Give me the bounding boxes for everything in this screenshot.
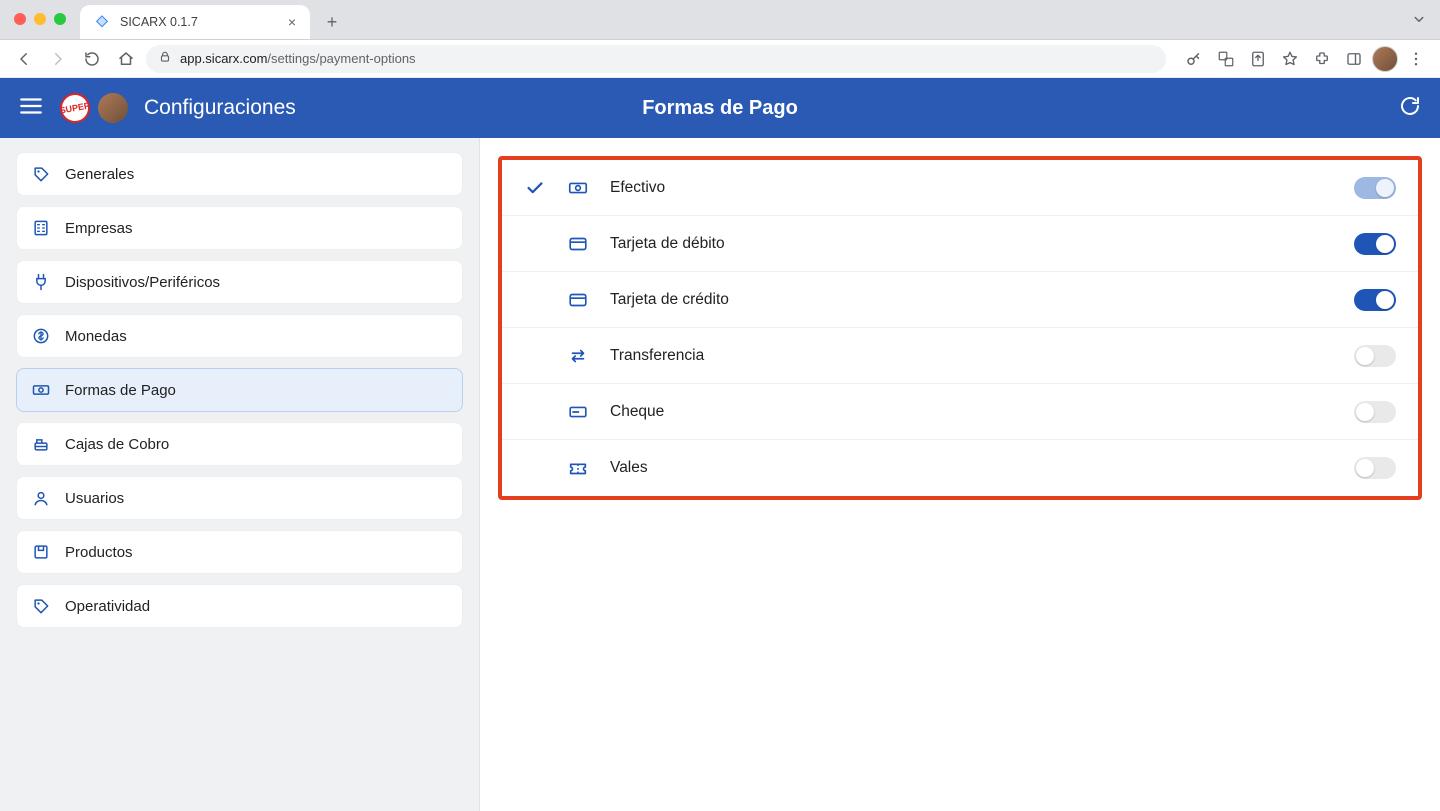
payment-label: Transferencia (610, 347, 704, 365)
content-area: Efectivo Tarjeta de débito Tarjeta de créd… (480, 138, 1440, 811)
payment-row-cheque: Cheque (502, 384, 1418, 440)
lock-icon (158, 50, 172, 67)
payment-label: Efectivo (610, 179, 665, 197)
brand-badges: SUPER (60, 93, 128, 123)
nav-home-button[interactable] (112, 45, 140, 73)
sidebar-item-empresas[interactable]: Empresas (16, 206, 463, 250)
cash-icon (31, 380, 51, 400)
window-minimize-button[interactable] (34, 13, 46, 25)
sidebar-item-operatividad[interactable]: Operatividad (16, 584, 463, 628)
coin-icon (31, 326, 51, 346)
sidebar-item-cajas-de-cobro[interactable]: Cajas de Cobro (16, 422, 463, 466)
refresh-button[interactable] (1398, 94, 1422, 123)
tag-icon (31, 164, 51, 184)
sidebar-item-label: Dispositivos/Periféricos (65, 274, 220, 291)
payment-label: Vales (610, 459, 648, 477)
building-icon (31, 218, 51, 238)
sidebar-item-generales[interactable]: Generales (16, 152, 463, 196)
sidebar-item-label: Empresas (65, 220, 133, 237)
cash-icon (564, 177, 592, 199)
transfer-icon (564, 345, 592, 367)
section-title: Configuraciones (144, 96, 296, 120)
cheque-icon (564, 401, 592, 423)
side-panel-button[interactable] (1340, 45, 1368, 73)
payment-row-vales: Vales (502, 440, 1418, 496)
payment-methods-panel: Efectivo Tarjeta de débito Tarjeta de créd… (498, 156, 1422, 500)
bookmark-button[interactable] (1276, 45, 1304, 73)
sidebar-item-formas-de-pago[interactable]: Formas de Pago (16, 368, 463, 412)
browser-tabstrip: SICARX 0.1.7 × + (0, 0, 1440, 40)
card-icon (564, 289, 592, 311)
plug-icon (31, 272, 51, 292)
profile-avatar[interactable] (1372, 46, 1398, 72)
tab-title: SICARX 0.1.7 (120, 15, 198, 29)
nav-forward-button[interactable] (44, 45, 72, 73)
app-menu-button[interactable] (18, 93, 44, 124)
payment-row-tarjeta-de-d-bito: Tarjeta de débito (502, 216, 1418, 272)
sidebar-item-monedas[interactable]: Monedas (16, 314, 463, 358)
register-icon (31, 434, 51, 454)
payment-row-efectivo: Efectivo (502, 160, 1418, 216)
brand-logo: SUPER (58, 91, 93, 126)
sidebar-item-label: Monedas (65, 328, 127, 345)
browser-toolbar: app.sicarx.com/settings/payment-options (0, 40, 1440, 78)
sidebar-item-label: Operatividad (65, 598, 150, 615)
payment-label: Tarjeta de crédito (610, 291, 729, 309)
enable-toggle[interactable] (1354, 345, 1396, 367)
nav-reload-button[interactable] (78, 45, 106, 73)
check-icon (524, 177, 546, 199)
browser-tab[interactable]: SICARX 0.1.7 × (80, 5, 310, 39)
payment-row-tarjeta-de-cr-dito: Tarjeta de crédito (502, 272, 1418, 328)
box-icon (31, 542, 51, 562)
window-controls (0, 0, 80, 39)
payment-row-transferencia: Transferencia (502, 328, 1418, 384)
sidebar-item-label: Usuarios (65, 490, 124, 507)
translate-button[interactable] (1212, 45, 1240, 73)
enable-toggle[interactable] (1354, 289, 1396, 311)
settings-sidebar: Generales Empresas Dispositivos/Periférico… (0, 138, 480, 811)
nav-back-button[interactable] (10, 45, 38, 73)
sidebar-item-label: Generales (65, 166, 134, 183)
payment-label: Tarjeta de débito (610, 235, 725, 253)
user-avatar[interactable] (98, 93, 128, 123)
enable-toggle (1354, 177, 1396, 199)
sidebar-item-usuarios[interactable]: Usuarios (16, 476, 463, 520)
window-maximize-button[interactable] (54, 13, 66, 25)
extensions-button[interactable] (1308, 45, 1336, 73)
window-close-button[interactable] (14, 13, 26, 25)
page-title: Formas de Pago (642, 97, 798, 120)
tabs-menu-button[interactable] (1410, 10, 1428, 33)
card-icon (564, 233, 592, 255)
sidebar-item-label: Cajas de Cobro (65, 436, 169, 453)
sidebar-item-label: Formas de Pago (65, 382, 176, 399)
enable-toggle[interactable] (1354, 401, 1396, 423)
browser-menu-button[interactable] (1402, 45, 1430, 73)
voucher-icon (564, 457, 592, 479)
sidebar-item-label: Productos (65, 544, 133, 561)
payment-label: Cheque (610, 403, 664, 421)
share-button[interactable] (1244, 45, 1272, 73)
app-header: SUPER Configuraciones Formas de Pago (0, 78, 1440, 138)
url-text: app.sicarx.com/settings/payment-options (180, 51, 416, 66)
new-tab-button[interactable]: + (318, 8, 346, 36)
enable-toggle[interactable] (1354, 457, 1396, 479)
default-indicator (524, 177, 546, 199)
tab-favicon (94, 14, 110, 30)
user-icon (31, 488, 51, 508)
passwords-button[interactable] (1180, 45, 1208, 73)
sidebar-item-dispositivos-perif-ricos[interactable]: Dispositivos/Periféricos (16, 260, 463, 304)
enable-toggle[interactable] (1354, 233, 1396, 255)
sidebar-item-productos[interactable]: Productos (16, 530, 463, 574)
address-bar[interactable]: app.sicarx.com/settings/payment-options (146, 45, 1166, 73)
tag-icon (31, 596, 51, 616)
tab-close-button[interactable]: × (288, 15, 296, 29)
